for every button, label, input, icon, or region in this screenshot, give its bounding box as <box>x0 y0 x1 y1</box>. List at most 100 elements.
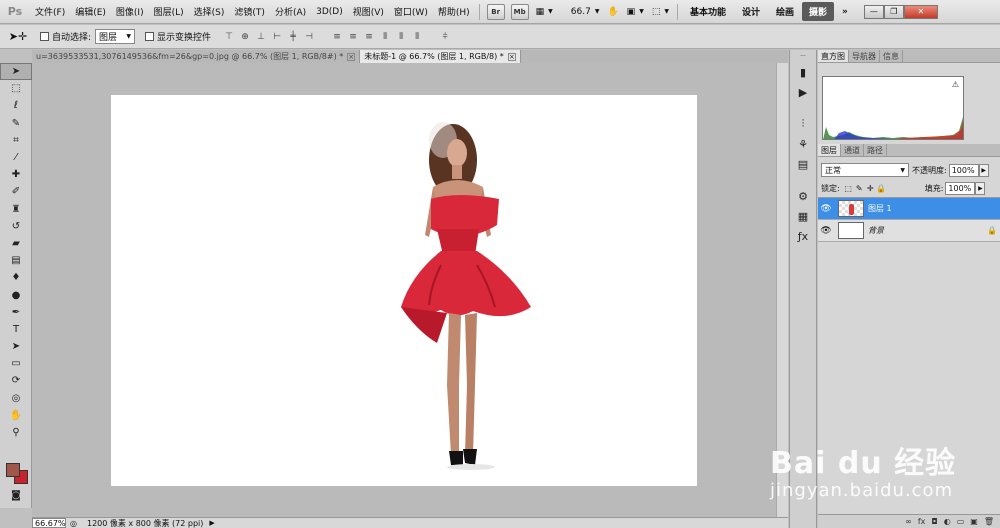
menu-select[interactable]: 选择(S) <box>189 5 230 18</box>
styles-panel-icon[interactable]: ⚙ <box>790 186 816 206</box>
document-tab-active[interactable]: 未标题-1 @ 66.7% (图层 1, RGB/8) * × <box>360 50 521 63</box>
opacity-slider-button[interactable]: ▶ <box>978 163 989 177</box>
status-arrow-icon[interactable]: ▶ <box>209 519 214 527</box>
tab-info[interactable]: 信息 <box>880 50 903 62</box>
distribute-bottom-icon[interactable]: ≡ <box>362 30 376 44</box>
new-layer-icon[interactable]: ▣ <box>970 517 978 526</box>
distribute-vcenter-icon[interactable]: ≡ <box>346 30 360 44</box>
align-right-icon[interactable]: ⊣ <box>302 30 316 44</box>
blur-tool[interactable]: ♦ <box>0 269 32 286</box>
tool-preset-picker[interactable]: ➤✛ <box>0 30 36 43</box>
distribute-top-icon[interactable]: ≡ <box>330 30 344 44</box>
layer-row[interactable]: 👁 背景 🔒 <box>818 220 1000 242</box>
workspace-painting[interactable]: 绘画 <box>768 5 802 18</box>
pen-tool[interactable]: ✒ <box>0 304 32 321</box>
close-tab-icon[interactable]: × <box>507 52 516 61</box>
lasso-tool[interactable]: ℓ <box>0 97 32 114</box>
tab-navigator[interactable]: 导航器 <box>849 50 880 62</box>
actions-panel-icon[interactable]: ▶ <box>790 82 816 102</box>
gradient-tool[interactable]: ▤ <box>0 252 32 269</box>
swatches-panel-icon[interactable]: ▦ <box>790 206 816 226</box>
document-tab[interactable]: u=3639533531,3076149536&fm=26&gp=0.jpg @… <box>32 50 361 63</box>
type-tool[interactable]: T <box>0 321 32 338</box>
workspace-more-button[interactable]: » <box>834 7 856 17</box>
fx-panel-icon[interactable]: ƒx <box>790 226 816 246</box>
brush-tool[interactable]: ✐ <box>0 183 32 200</box>
distribute-left-icon[interactable]: ⦀ <box>378 30 392 44</box>
clone-source-panel-icon[interactable]: ⚘ <box>790 134 816 154</box>
distribute-right-icon[interactable]: ⦀ <box>410 30 424 44</box>
shape-tool[interactable]: ▭ <box>0 355 32 372</box>
auto-select-target-select[interactable]: 图层 ▼ <box>95 29 136 44</box>
align-top-icon[interactable]: ⊤ <box>222 30 236 44</box>
mini-bridge-button[interactable]: Mb <box>510 3 529 20</box>
bridge-button[interactable]: Br <box>486 3 505 20</box>
tab-channels[interactable]: 通道 <box>841 144 864 156</box>
document-canvas[interactable] <box>111 95 697 486</box>
align-hcenter-icon[interactable]: ╪ <box>286 30 300 44</box>
workspace-design[interactable]: 设计 <box>734 5 768 18</box>
fill-slider-button[interactable]: ▶ <box>975 181 986 195</box>
distribute-hcenter-icon[interactable]: ⦀ <box>394 30 408 44</box>
brush-panel-icon[interactable]: ▤ <box>790 154 816 174</box>
lock-all-icon[interactable]: 🔒 <box>876 184 887 193</box>
menu-view[interactable]: 视图(V) <box>348 5 389 18</box>
menu-layer[interactable]: 图层(L) <box>149 5 189 18</box>
close-button[interactable]: ✕ <box>903 4 938 19</box>
history-brush-tool[interactable]: ↺ <box>0 218 32 235</box>
lock-pixels-icon[interactable]: ✎ <box>854 184 865 193</box>
workspace-essentials[interactable]: 基本功能 <box>682 5 734 18</box>
align-vcenter-icon[interactable]: ⊕ <box>238 30 252 44</box>
group-icon[interactable]: ▭ <box>957 517 965 526</box>
auto-align-icon[interactable]: ⫩ <box>438 30 452 44</box>
vertical-scrollbar[interactable] <box>776 63 788 517</box>
fill-input[interactable]: 100% <box>945 181 976 195</box>
lock-position-icon[interactable]: ✛ <box>865 184 876 193</box>
quick-mask-button[interactable]: ◙ <box>0 487 32 504</box>
link-layers-icon[interactable]: ∞ <box>905 517 912 526</box>
eraser-tool[interactable]: ▰ <box>0 235 32 252</box>
warning-icon[interactable]: ⚠ <box>952 80 959 89</box>
opacity-input[interactable]: 100% <box>948 163 979 177</box>
crop-tool[interactable]: ⌗ <box>0 132 32 149</box>
auto-select-checkbox[interactable]: 自动选择: <box>40 30 91 43</box>
visibility-eye-icon[interactable]: 👁 <box>818 226 834 236</box>
3d-orbit-tool[interactable]: ◎ <box>0 390 32 407</box>
menu-filter[interactable]: 滤镜(T) <box>229 5 270 18</box>
menu-help[interactable]: 帮助(H) <box>433 5 475 18</box>
screen-mode-dropdown[interactable]: ⬚ ▼ <box>652 7 669 17</box>
blend-mode-select[interactable]: 正常 ▼ <box>821 163 909 177</box>
tab-histogram[interactable]: 直方图 <box>818 50 849 62</box>
layer-row[interactable]: 👁 图层 1 <box>818 198 1000 220</box>
layer-style-icon[interactable]: fx <box>918 517 926 526</box>
quick-select-tool[interactable]: ✎ <box>0 115 32 132</box>
layer-mask-icon[interactable]: ◘ <box>931 517 937 526</box>
arrange-dropdown[interactable]: ▣ ▼ <box>627 7 644 17</box>
history-panel-icon[interactable]: ▮ <box>790 62 816 82</box>
menu-window[interactable]: 窗口(W) <box>389 5 433 18</box>
visibility-eye-icon[interactable]: 👁 <box>818 204 834 214</box>
dodge-tool[interactable]: ● <box>0 286 32 303</box>
status-menu-icon[interactable]: ◎ <box>70 519 77 528</box>
zoom-dropdown[interactable]: 66.7 ▼ <box>571 7 600 17</box>
workspace-photography[interactable]: 摄影 <box>802 2 835 21</box>
close-tab-icon[interactable]: × <box>347 52 356 61</box>
tab-layers[interactable]: 图层 <box>818 144 841 156</box>
align-bottom-icon[interactable]: ⊥ <box>254 30 268 44</box>
adjustment-layer-icon[interactable]: ◐ <box>944 517 951 526</box>
zoom-percentage-field[interactable]: 66.67% <box>32 518 66 528</box>
adjustments-panel-icon[interactable]: ⫶ <box>790 114 816 134</box>
healing-tool[interactable]: ✚ <box>0 166 32 183</box>
move-tool[interactable]: ➤ <box>0 63 32 81</box>
extras-dropdown[interactable]: ▦ ▼ <box>536 7 553 17</box>
trash-icon[interactable]: 🗑 <box>984 517 994 526</box>
3d-rotate-tool[interactable]: ⟳ <box>0 372 32 389</box>
lock-transparency-icon[interactable]: ⬚ <box>843 184 854 193</box>
menu-file[interactable]: 文件(F) <box>30 5 70 18</box>
menu-analysis[interactable]: 分析(A) <box>270 5 311 18</box>
stamp-tool[interactable]: ♜ <box>0 201 32 218</box>
hand-tool[interactable]: ✋ <box>0 407 32 424</box>
foreground-color-swatch[interactable] <box>6 463 20 477</box>
eyedropper-tool[interactable]: ⁄ <box>0 149 32 166</box>
tab-paths[interactable]: 路径 <box>864 144 887 156</box>
